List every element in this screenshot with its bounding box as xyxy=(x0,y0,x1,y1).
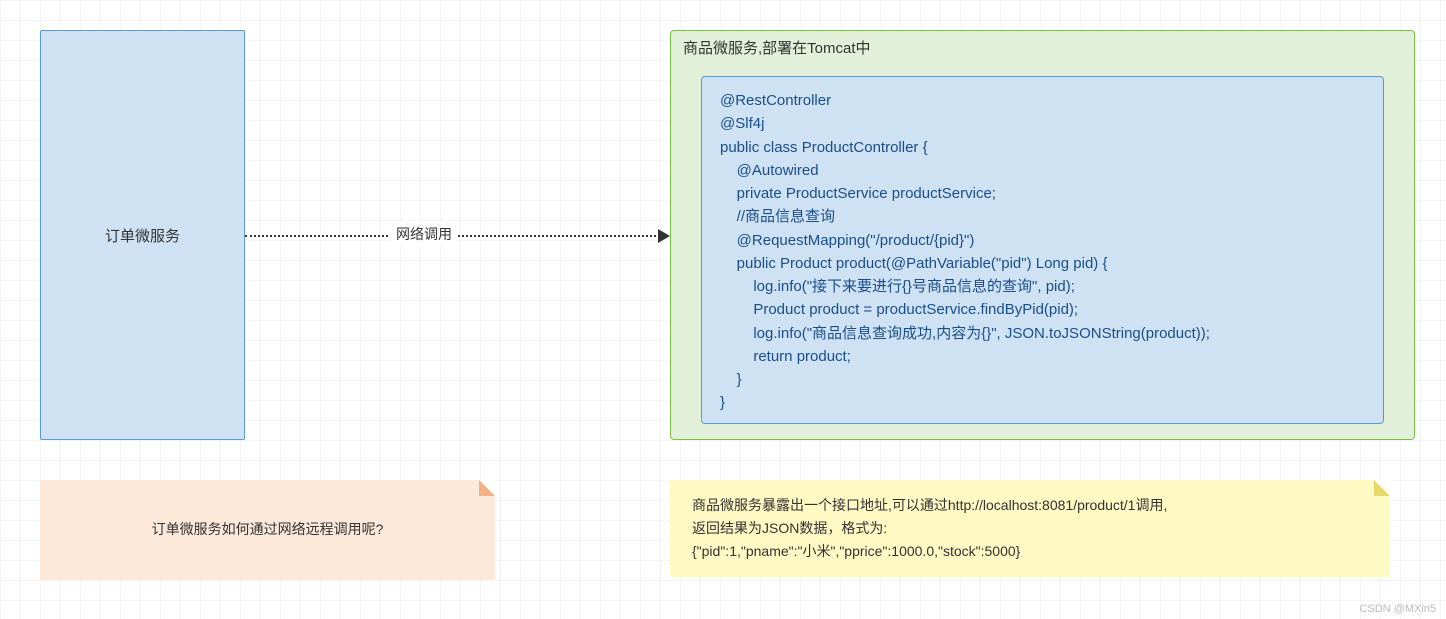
arrow-head-icon xyxy=(658,229,670,243)
order-service-label: 订单微服务 xyxy=(105,225,180,246)
note-corner-icon xyxy=(479,480,495,496)
note-left-text: 订单微服务如何通过网络远程调用呢? xyxy=(152,518,384,541)
note-right: 商品微服务暴露出一个接口地址,可以通过http://localhost:8081… xyxy=(670,480,1390,577)
product-service-code: @RestController @Slf4j public class Prod… xyxy=(701,76,1384,424)
note-left: 订单微服务如何通过网络远程调用呢? xyxy=(40,480,495,580)
note-right-text: 商品微服务暴露出一个接口地址,可以通过http://localhost:8081… xyxy=(692,497,1167,559)
arrow-label: 网络调用 xyxy=(390,222,458,246)
product-service-title: 商品微服务,部署在Tomcat中 xyxy=(683,37,871,58)
watermark: CSDN @MXin5 xyxy=(1359,603,1436,615)
order-service-box: 订单微服务 xyxy=(40,30,245,440)
product-service-container: 商品微服务,部署在Tomcat中 @RestController @Slf4j … xyxy=(670,30,1415,440)
note-corner-icon xyxy=(1374,480,1390,496)
